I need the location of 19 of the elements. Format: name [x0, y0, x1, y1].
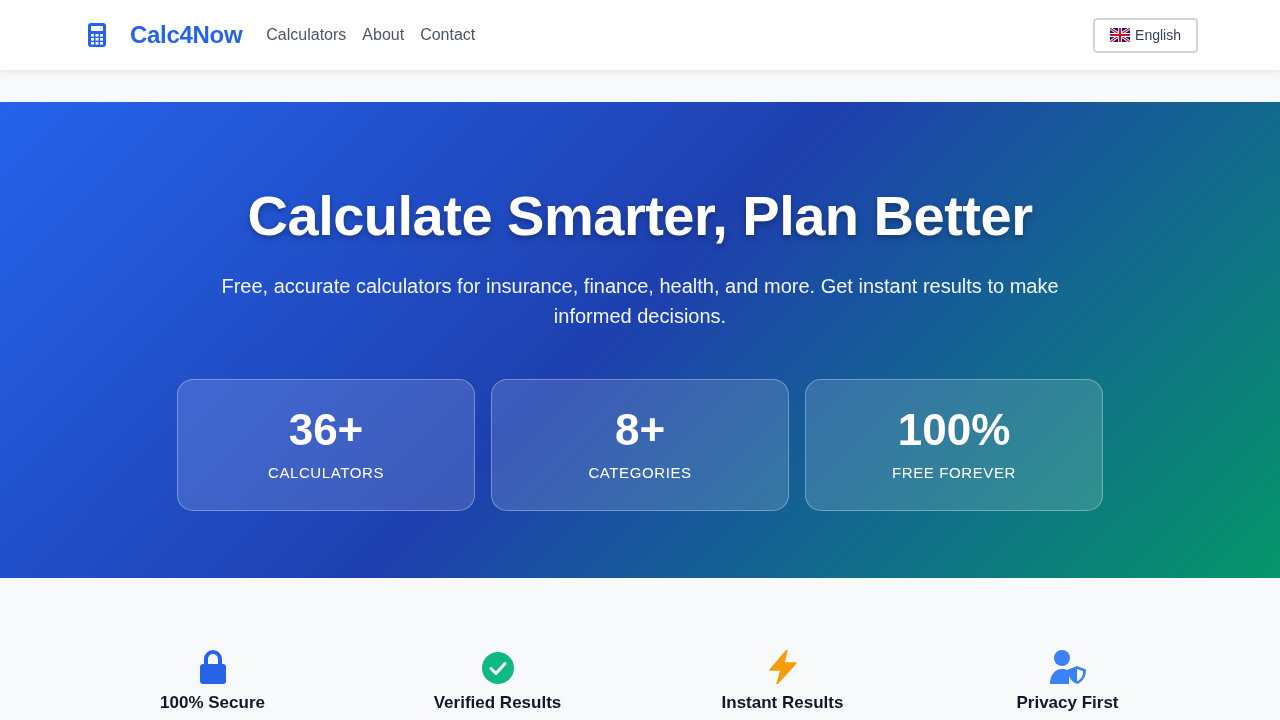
- hero-title: Calculate Smarter, Plan Better: [246, 183, 1034, 249]
- feature-title: Verified Results: [433, 692, 562, 714]
- hero-subtitle: Free, accurate calculators for insurance, finance, health, and more. Get instant results to make informed decisions.: [220, 274, 1060, 330]
- flag-icon: [1110, 28, 1131, 42]
- feature-title: Instant Results: [721, 692, 844, 714]
- nav-link[interactable]: Contact: [420, 23, 476, 47]
- nav-link[interactable]: Calculators: [266, 23, 347, 47]
- stat-value: 36+: [288, 405, 364, 455]
- stat-label: CATEGORIES: [588, 463, 692, 484]
- stat-label: CALCULATORS: [267, 463, 385, 484]
- nav-link[interactable]: About: [362, 23, 405, 47]
- brand-logo[interactable]: Calc4Now: [130, 17, 243, 53]
- language-button[interactable]: English: [1093, 17, 1198, 53]
- calculator-icon: [88, 23, 106, 47]
- stat-value: 8+: [614, 405, 666, 455]
- feature-title: Privacy First: [1016, 692, 1119, 714]
- stat-label: FREE FOREVER: [892, 463, 1016, 484]
- feature-title: 100% Secure: [160, 692, 265, 714]
- stat-value: 100%: [897, 405, 1011, 455]
